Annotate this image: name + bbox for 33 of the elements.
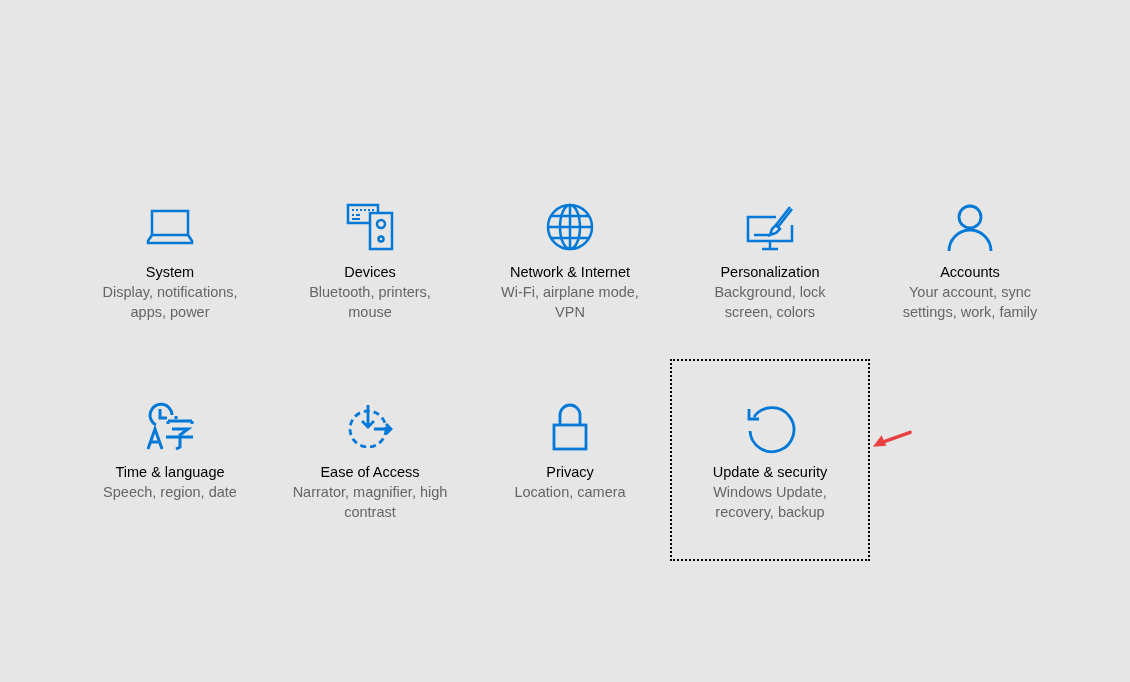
settings-tile[interactable]: System Display, notifications, apps, power <box>70 159 270 361</box>
category-title: Personalization <box>720 263 820 282</box>
settings-tile[interactable]: Accounts Your account, sync settings, work, family <box>870 159 1070 361</box>
settings-tile[interactable]: Network & Internet Wi-Fi, airplane mode, VPN <box>470 159 670 361</box>
settings-tile[interactable]: Time & language Speech, region, date <box>70 359 270 561</box>
category-title: Accounts <box>940 263 1000 282</box>
annotation-arrow <box>872 429 914 449</box>
category-description: Location, camera <box>513 483 627 502</box>
settings-tile[interactable]: Privacy Location, camera <box>470 359 670 561</box>
category-title: Devices <box>344 263 396 282</box>
category-description: Bluetooth, printers, mouse <box>308 283 432 322</box>
category-title: Network & Internet <box>509 263 631 282</box>
category-description: Your account, sync settings, work, family <box>901 283 1039 322</box>
settings-tile[interactable]: Devices Bluetooth, printers, mouse <box>270 159 470 361</box>
category-title: Ease of Access <box>320 463 420 482</box>
person-icon <box>946 203 994 251</box>
category-description: Wi-Fi, airplane mode, VPN <box>500 283 640 322</box>
globe-icon <box>546 203 594 251</box>
category-description: Background, lock screen, colors <box>713 283 827 322</box>
clock-letters-icon <box>146 403 194 451</box>
dashed-circle-arrows-icon <box>346 403 394 451</box>
settings-tile[interactable]: Personalization Background, lock screen, colors <box>670 159 870 361</box>
keyboard-speaker-icon <box>346 203 394 251</box>
category-description: Windows Update, recovery, backup <box>712 483 828 522</box>
category-title: System <box>145 263 195 282</box>
category-description: Speech, region, date <box>102 483 238 502</box>
category-title: Time & language <box>115 463 225 482</box>
settings-tile[interactable]: Ease of Access Narrator, magnifier, high contrast <box>270 359 470 561</box>
category-title: Update & security <box>712 463 828 482</box>
category-description: Narrator, magnifier, high contrast <box>291 483 449 522</box>
category-title: Privacy <box>546 463 594 482</box>
refresh-icon <box>746 403 794 451</box>
category-description: Display, notifications, apps, power <box>101 283 239 322</box>
